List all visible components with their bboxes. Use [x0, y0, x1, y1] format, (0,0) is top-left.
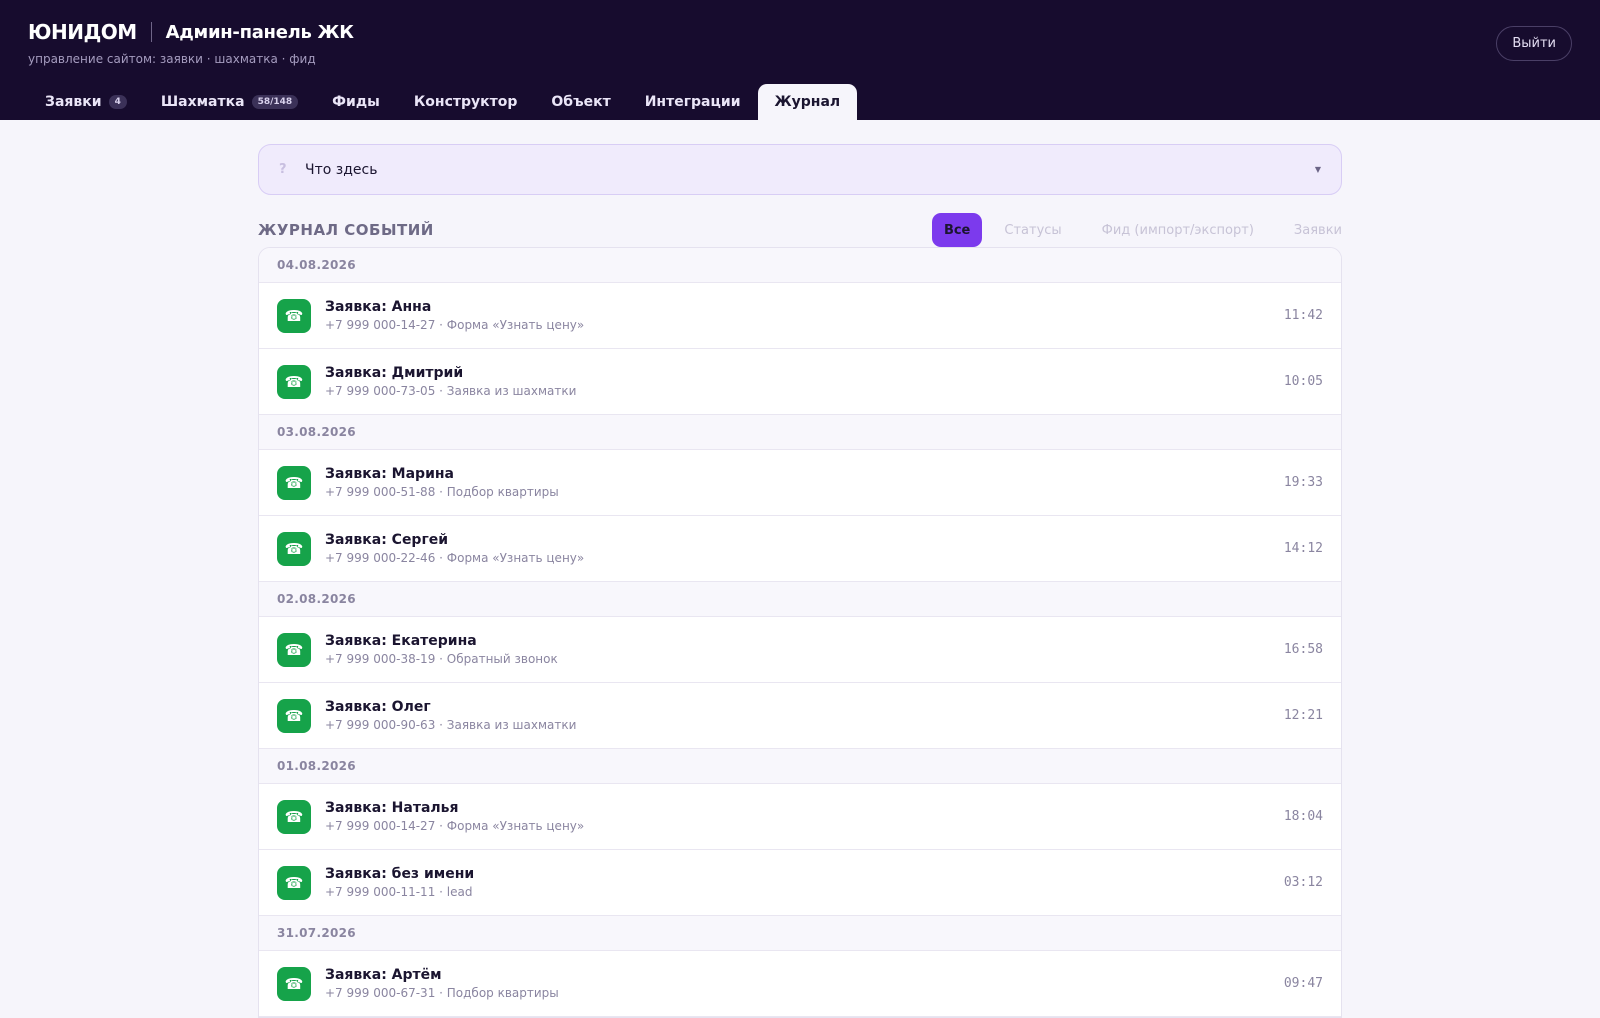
event-text: Заявка: Дмитрий +7 999 000-73-05 · Заявк… — [325, 365, 576, 398]
event-title: Заявка: Олег — [325, 699, 431, 715]
phone-icon: ☎ — [277, 966, 311, 1001]
event-row[interactable]: ☎ Заявка: Наталья +7 999 000-14-27 · Фор… — [259, 784, 1341, 850]
event-details: +7 999 000-11-11 · lead — [325, 885, 473, 899]
filter-all[interactable]: Все — [931, 213, 983, 247]
phone-icon: ☎ — [277, 799, 311, 834]
event-details: +7 999 000-14-27 · Форма «Узнать цену» — [325, 318, 585, 332]
event-time: 10:05 — [1283, 374, 1323, 389]
phone-icon: ☎ — [277, 632, 311, 667]
tab-label: Шахматка — [160, 94, 245, 110]
tab-label: Заявки — [45, 94, 102, 110]
event-row[interactable]: ☎ Заявка: Марина +7 999 000-51-88 · Подб… — [259, 450, 1341, 516]
event-details: +7 999 000-14-27 · Форма «Узнать цену» — [325, 819, 585, 833]
filter-feed[interactable]: Фид (импорт/экспорт) — [1082, 213, 1274, 247]
event-time: 11:42 — [1283, 308, 1323, 323]
event-title: Заявка: Наталья — [325, 800, 459, 816]
date-header: 02.08.2026 — [259, 582, 1341, 617]
event-details: +7 999 000-73-05 · Заявка из шахматки — [325, 384, 577, 398]
event-title: Заявка: Сергей — [325, 532, 449, 548]
phone-icon: ☎ — [277, 364, 311, 399]
question-icon: ? — [279, 162, 287, 177]
filter-requests[interactable]: Заявки — [1274, 213, 1342, 247]
count-badge: 58/148 — [251, 95, 299, 109]
event-row[interactable]: ☎ Заявка: без имени +7 999 000-11-11 · l… — [259, 850, 1341, 916]
event-text: Заявка: Олег +7 999 000-90-63 · Заявка и… — [325, 699, 576, 732]
main-tabs: Заявки 4 Шахматка 58/148 Фиды Конструкто… — [28, 84, 858, 120]
event-text: Заявка: без имени +7 999 000-11-11 · lea… — [325, 866, 474, 899]
date-header: 31.07.2026 — [259, 916, 1341, 951]
tab-constructor[interactable]: Конструктор — [397, 84, 535, 120]
event-text: Заявка: Анна +7 999 000-14-27 · Форма «У… — [325, 299, 584, 332]
tab-journal[interactable]: Журнал — [757, 84, 858, 120]
event-time: 09:47 — [1283, 976, 1323, 991]
event-list: 04.08.2026 ☎ Заявка: Анна +7 999 000-14-… — [258, 247, 1342, 1018]
event-row[interactable]: ☎ Заявка: Артём +7 999 000-67-31 · Подбо… — [259, 951, 1341, 1017]
event-time: 14:12 — [1283, 541, 1323, 556]
event-text: Заявка: Марина +7 999 000-51-88 · Подбор… — [325, 466, 559, 499]
event-time: 03:12 — [1283, 875, 1323, 890]
filter-statuses[interactable]: Статусы — [984, 213, 1081, 247]
event-row[interactable]: ☎ Заявка: Екатерина +7 999 000-38-19 · О… — [259, 617, 1341, 683]
event-title: Заявка: Марина — [325, 466, 454, 482]
brand-divider — [150, 22, 152, 42]
date-header: 04.08.2026 — [259, 248, 1341, 283]
event-details: +7 999 000-90-63 · Заявка из шахматки — [325, 718, 577, 732]
phone-icon: ☎ — [277, 531, 311, 566]
event-details: +7 999 000-38-19 · Обратный звонок — [325, 652, 558, 666]
event-title: Заявка: без имени — [325, 866, 475, 882]
phone-icon: ☎ — [277, 465, 311, 500]
brand-logo[interactable]: ЮНИДОМ — [28, 20, 137, 44]
tab-label: Конструктор — [413, 94, 518, 110]
event-text: Заявка: Наталья +7 999 000-14-27 · Форма… — [325, 800, 584, 833]
event-time: 19:33 — [1283, 475, 1323, 490]
tab-label: Фиды — [332, 94, 380, 110]
event-text: Заявка: Екатерина +7 999 000-38-19 · Обр… — [325, 633, 558, 666]
event-details: +7 999 000-67-31 · Подбор квартиры — [325, 986, 559, 1000]
date-header: 03.08.2026 — [259, 415, 1341, 450]
event-text: Заявка: Артём +7 999 000-67-31 · Подбор … — [325, 967, 559, 1000]
event-time: 18:04 — [1283, 809, 1323, 824]
event-title: Заявка: Екатерина — [325, 633, 477, 649]
tab-requests[interactable]: Заявки 4 — [28, 84, 144, 120]
date-header: 01.08.2026 — [259, 749, 1341, 784]
event-details: +7 999 000-51-88 · Подбор квартиры — [325, 485, 559, 499]
event-title: Заявка: Дмитрий — [325, 365, 464, 381]
event-details: +7 999 000-22-46 · Форма «Узнать цену» — [325, 551, 585, 565]
help-label: Что здесь — [305, 161, 378, 178]
logout-button[interactable]: Выйти — [1496, 26, 1572, 61]
journal-header: ЖУРНАЛ СОБЫТИЙ Все Статусы Фид (импорт/э… — [258, 213, 1342, 247]
help-accordion[interactable]: ? Что здесь ▼ — [258, 144, 1342, 195]
event-title: Заявка: Артём — [325, 967, 442, 983]
tab-feeds[interactable]: Фиды — [315, 84, 397, 120]
event-time: 12:21 — [1283, 708, 1323, 723]
brand-row: ЮНИДОМ Админ-панель ЖК — [28, 20, 354, 44]
phone-icon: ☎ — [277, 698, 311, 733]
count-badge: 4 — [108, 95, 127, 109]
chevron-down-icon: ▼ — [1314, 165, 1321, 174]
phone-icon: ☎ — [277, 298, 311, 333]
tab-label: Объект — [551, 94, 611, 110]
event-text: Заявка: Сергей +7 999 000-22-46 · Форма … — [325, 532, 584, 565]
event-row[interactable]: ☎ Заявка: Анна +7 999 000-14-27 · Форма … — [259, 283, 1341, 349]
journal-title: ЖУРНАЛ СОБЫТИЙ — [258, 221, 434, 239]
event-time: 16:58 — [1283, 642, 1323, 657]
event-row[interactable]: ☎ Заявка: Сергей +7 999 000-22-46 · Форм… — [259, 516, 1341, 582]
tab-label: Интеграции — [644, 94, 741, 110]
main-content: ? Что здесь ▼ ЖУРНАЛ СОБЫТИЙ Все Статусы… — [258, 144, 1342, 1018]
top-bar: ЮНИДОМ Админ-панель ЖК управление сайтом… — [0, 0, 1600, 120]
tab-integrations[interactable]: Интеграции — [628, 84, 758, 120]
tab-object[interactable]: Объект — [534, 84, 627, 120]
event-row[interactable]: ☎ Заявка: Олег +7 999 000-90-63 · Заявка… — [259, 683, 1341, 749]
panel-title: Админ-панель ЖК — [165, 21, 354, 43]
panel-subtitle: управление сайтом: заявки · шахматка · ф… — [28, 52, 316, 66]
tab-label: Журнал — [774, 94, 841, 110]
tab-chessboard[interactable]: Шахматка 58/148 — [144, 84, 315, 120]
event-row[interactable]: ☎ Заявка: Дмитрий +7 999 000-73-05 · Зая… — [259, 349, 1341, 415]
journal-filters: Все Статусы Фид (импорт/экспорт) Заявки — [931, 213, 1342, 247]
event-title: Заявка: Анна — [325, 299, 432, 315]
phone-icon: ☎ — [277, 865, 311, 900]
